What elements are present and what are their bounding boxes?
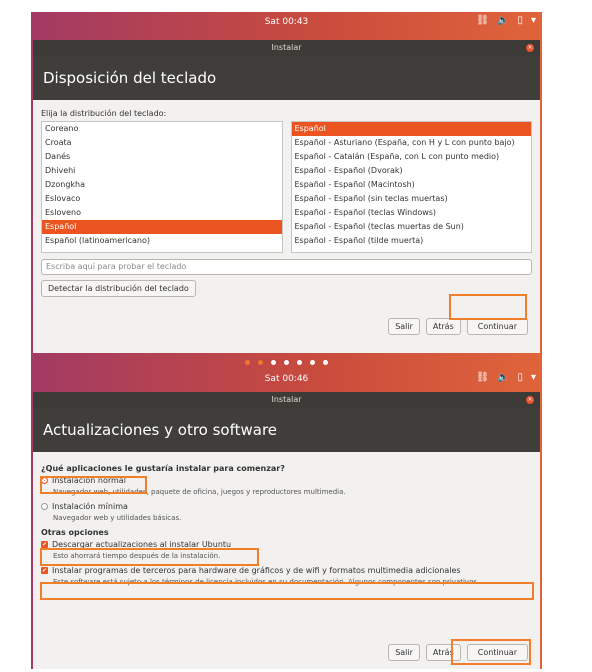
list-item[interactable]: Danés xyxy=(42,150,282,164)
continue-highlight xyxy=(451,639,531,665)
install-minimal-option[interactable]: Instalación mínima xyxy=(41,502,532,511)
page-title: Actualizaciones y otro software xyxy=(33,408,540,452)
progress-dots xyxy=(31,360,542,365)
layout-lists: Coreano Croata Danés Dhivehi Dzongkha Es… xyxy=(41,121,532,253)
layout-label: Elija la distribución del teclado: xyxy=(41,109,167,118)
list-item[interactable]: Español - Español (teclas muertas de Sun… xyxy=(292,220,532,234)
progress-dot xyxy=(284,360,289,365)
quit-button[interactable]: Salir xyxy=(388,318,420,335)
list-item[interactable]: Español - Español (Dvorak) xyxy=(292,164,532,178)
quit-button[interactable]: Salir xyxy=(388,644,420,661)
option-label[interactable]: Instalación mínima xyxy=(52,502,128,511)
progress-dot xyxy=(310,360,315,365)
progress-dot xyxy=(323,360,328,365)
list-item[interactable]: Español - Español (Macintosh) xyxy=(292,178,532,192)
system-tray[interactable]: ⛓ 🔈 ▯ ▾ xyxy=(476,372,536,383)
variant-list[interactable]: Español Español - Asturiano (España, con… xyxy=(290,121,532,253)
installer-window: Instalar × Actualizaciones y otro softwa… xyxy=(33,392,540,669)
chevron-down-icon[interactable]: ▾ xyxy=(531,372,536,383)
screenshot-keyboard-layout: Sat 00:43 ⛓ 🔈 ▯ ▾ Instalar × Disposición… xyxy=(31,12,542,369)
checkbox-label[interactable]: Instalar programas de terceros para hard… xyxy=(52,566,461,575)
list-item[interactable]: Dzongkha xyxy=(42,178,282,192)
list-item-selected[interactable]: Español xyxy=(291,122,531,136)
list-item[interactable]: Croata xyxy=(42,136,282,150)
list-item[interactable]: Español - Español (teclas Windows) xyxy=(292,206,532,220)
list-item[interactable]: Eslovaco xyxy=(42,192,282,206)
list-item[interactable]: Español (latinoamericano) xyxy=(42,234,282,248)
top-panel: Sat 00:46 ⛓ 🔈 ▯ ▾ xyxy=(31,369,542,391)
list-item[interactable]: Dhivehi xyxy=(42,164,282,178)
list-item[interactable]: Español - Español (sin teclas muertas) xyxy=(292,192,532,206)
battery-icon[interactable]: ▯ xyxy=(517,372,523,383)
option-description: Navegador web y utilidades básicas. xyxy=(53,514,182,522)
progress-dot xyxy=(258,360,263,365)
window-titlebar: Instalar × xyxy=(33,40,540,56)
other-options-title: Otras opciones xyxy=(41,528,109,537)
progress-dot xyxy=(245,360,250,365)
detect-layout-button[interactable]: Detectar la distribución del teclado xyxy=(41,280,196,297)
network-icon[interactable]: ⛓ xyxy=(476,372,489,383)
list-item[interactable]: Español - Asturiano (España, con H y L c… xyxy=(292,136,532,150)
download-updates-highlight xyxy=(40,548,259,566)
close-icon[interactable]: × xyxy=(526,396,534,404)
layout-list[interactable]: Coreano Croata Danés Dhivehi Dzongkha Es… xyxy=(41,121,283,253)
progress-dot xyxy=(271,360,276,365)
third-party-highlight xyxy=(40,582,534,600)
list-item-selected[interactable]: Español xyxy=(42,220,282,234)
back-button[interactable]: Atrás xyxy=(425,318,461,335)
content: ¿Qué aplicaciones le gustaría instalar p… xyxy=(33,452,540,598)
install-normal-highlight xyxy=(40,476,147,494)
button-row: Salir Atrás Continuar xyxy=(388,318,528,335)
volume-icon[interactable]: 🔈 xyxy=(497,15,509,26)
list-item[interactable]: Español - Español (tilde muerta) xyxy=(292,234,532,248)
list-item[interactable]: Español - Catalán (España, con L con pun… xyxy=(292,150,532,164)
content: Elija la distribución del teclado: Corea… xyxy=(33,100,540,303)
continue-button[interactable]: Continuar xyxy=(466,318,528,335)
screenshot-updates-software: Sat 00:46 ⛓ 🔈 ▯ ▾ Instalar × Actualizaci… xyxy=(31,369,542,669)
radio-icon[interactable] xyxy=(41,503,48,510)
chevron-down-icon[interactable]: ▾ xyxy=(531,15,536,26)
top-panel: Sat 00:43 ⛓ 🔈 ▯ ▾ xyxy=(31,12,542,34)
checkbox-checked-icon[interactable]: ✔ xyxy=(41,567,48,574)
list-item[interactable]: Esloveno xyxy=(42,206,282,220)
system-tray[interactable]: ⛓ 🔈 ▯ ▾ xyxy=(476,15,536,26)
keyboard-test-input[interactable]: Escriba aquí para probar el teclado xyxy=(41,259,532,275)
network-icon[interactable]: ⛓ xyxy=(476,15,489,26)
clock[interactable]: Sat 00:43 xyxy=(31,17,542,27)
clock[interactable]: Sat 00:46 xyxy=(31,374,542,384)
third-party-checkbox[interactable]: ✔ Instalar programas de terceros para ha… xyxy=(41,566,532,575)
volume-icon[interactable]: 🔈 xyxy=(497,372,509,383)
progress-dot xyxy=(297,360,302,365)
page-title: Disposición del teclado xyxy=(33,56,540,100)
close-icon[interactable]: × xyxy=(526,44,534,52)
list-item[interactable]: Coreano xyxy=(42,122,282,136)
question-title: ¿Qué aplicaciones le gustaría instalar p… xyxy=(41,464,285,473)
continue-highlight xyxy=(449,294,527,320)
checkbox-checked-icon[interactable]: ✔ xyxy=(41,541,48,548)
window-title: Instalar xyxy=(271,43,302,52)
battery-icon[interactable]: ▯ xyxy=(517,15,523,26)
window-title: Instalar xyxy=(271,395,302,404)
window-titlebar: Instalar × xyxy=(33,392,540,408)
